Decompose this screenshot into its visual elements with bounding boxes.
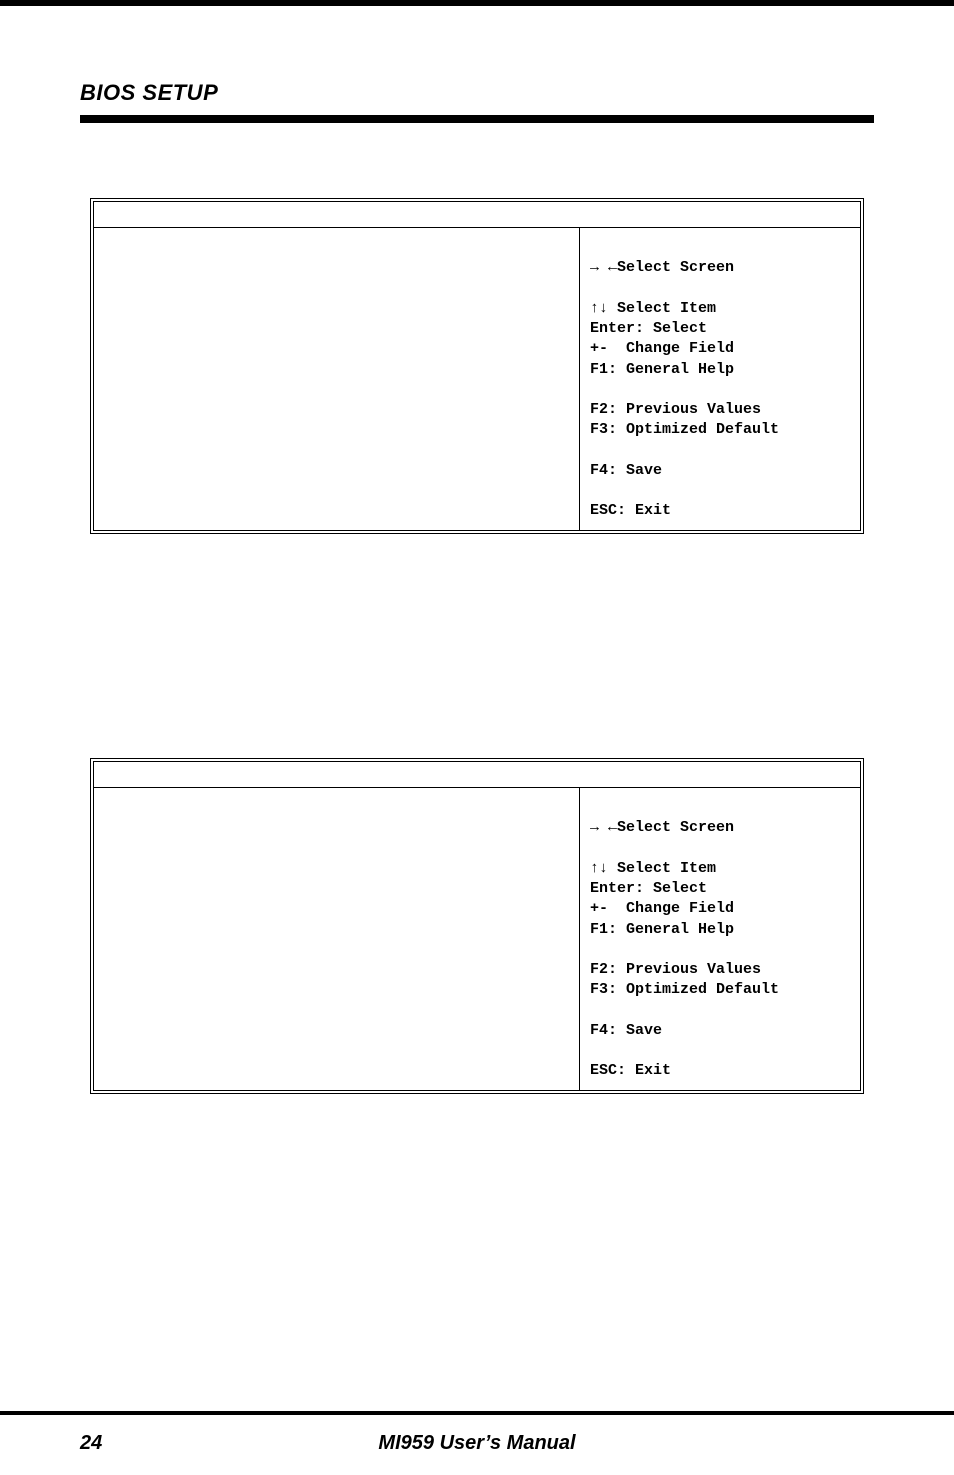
help-line: F4: Save: [590, 462, 662, 479]
help-line: +- Change Field: [590, 340, 734, 357]
help-line: F3: Optimized Default: [590, 421, 779, 438]
bottom-bar: [0, 1411, 954, 1415]
help-line: Enter: Select: [590, 880, 707, 897]
help-line: Enter: Select: [590, 320, 707, 337]
help-line: ESC: Exit: [590, 1062, 671, 1079]
bios-panel-header: [94, 762, 860, 788]
help-line: ESC: Exit: [590, 502, 671, 519]
help-line: F1: General Help: [590, 921, 734, 938]
help-line: → ←Select Screen: [590, 259, 734, 276]
bios-help-panel: → ←Select Screen ↑↓ Select Item Enter: S…: [580, 788, 860, 1090]
bios-help-panel: → ←Select Screen ↑↓ Select Item Enter: S…: [580, 228, 860, 530]
help-line: F3: Optimized Default: [590, 981, 779, 998]
page-number: 24: [80, 1432, 102, 1455]
help-line: F4: Save: [590, 1022, 662, 1039]
top-bar: [0, 0, 954, 6]
help-line: +- Change Field: [590, 900, 734, 917]
bios-panel-2: → ←Select Screen ↑↓ Select Item Enter: S…: [90, 758, 864, 1094]
help-line: ↑↓ Select Item: [590, 300, 716, 317]
manual-name: MI959 User’s Manual: [378, 1432, 575, 1455]
help-line: ↑↓ Select Item: [590, 860, 716, 877]
help-line: → ←Select Screen: [590, 819, 734, 836]
help-line: F2: Previous Values: [590, 961, 761, 978]
bios-panel-left: [94, 228, 580, 530]
page-title: BIOS SETUP: [80, 80, 218, 106]
footer: 24 MI959 User’s Manual: [0, 1432, 954, 1455]
bios-panel-body: → ←Select Screen ↑↓ Select Item Enter: S…: [94, 788, 860, 1090]
bios-panel-left: [94, 788, 580, 1090]
help-line: F1: General Help: [590, 361, 734, 378]
help-line: F2: Previous Values: [590, 401, 761, 418]
bios-panel-1: → ←Select Screen ↑↓ Select Item Enter: S…: [90, 198, 864, 534]
title-underline: [80, 115, 874, 123]
bios-panel-header: [94, 202, 860, 228]
bios-panel-body: → ←Select Screen ↑↓ Select Item Enter: S…: [94, 228, 860, 530]
